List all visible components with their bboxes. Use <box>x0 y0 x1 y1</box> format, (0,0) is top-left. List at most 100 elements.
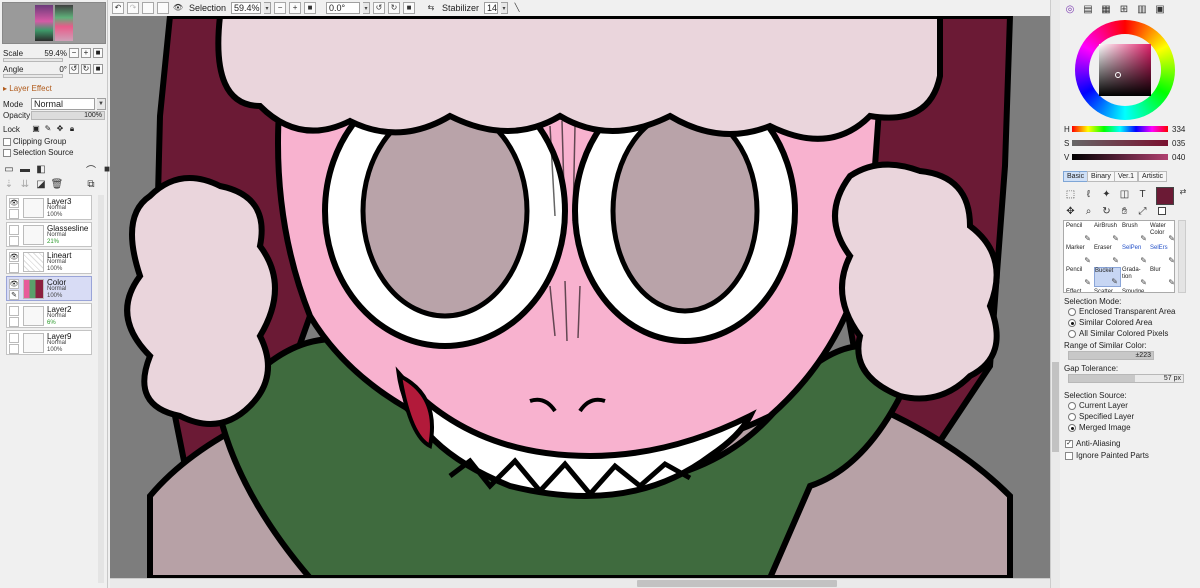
chevron-down-icon[interactable]: ▾ <box>501 2 509 14</box>
drawing-canvas[interactable] <box>110 16 1050 578</box>
ignore-painted-checkbox[interactable] <box>1065 451 1073 460</box>
layer-item[interactable]: 👁︎ Lineart Normal 100% <box>6 249 92 274</box>
stabilizer-field[interactable]: 14 <box>484 2 499 14</box>
rectangle-select-icon[interactable]: ⬚ <box>1063 187 1078 202</box>
value-slider[interactable] <box>1072 154 1168 160</box>
range-slider[interactable]: ±223 <box>1068 351 1154 360</box>
antialias-option[interactable]: ✓ Anti-Aliasing <box>1065 439 1120 448</box>
hue-slider[interactable] <box>1072 126 1168 132</box>
eye-hidden-icon[interactable] <box>9 306 19 316</box>
source-current-radio[interactable]: Current Layer <box>1068 401 1128 410</box>
merge-down-icon[interactable]: ⇊ <box>19 178 31 190</box>
lock-all-icon[interactable]: 🔒︎ <box>67 124 77 134</box>
new-folder-icon[interactable]: ▬ <box>19 163 31 175</box>
zoom-in-button[interactable]: + <box>289 2 302 14</box>
trash-icon[interactable]: 🗑︎ <box>51 178 64 190</box>
zoom-icon[interactable]: ⌕ <box>1081 204 1096 219</box>
mode-enclosed-radio[interactable]: Enclosed Transparent Area <box>1068 307 1176 316</box>
clipping-row[interactable]: Clipping Group <box>3 137 66 146</box>
layer-edit-toggle[interactable] <box>9 317 19 327</box>
zoom-out-button[interactable]: − <box>274 2 287 14</box>
brush-slot[interactable]: Eraser ✎ <box>1094 245 1121 265</box>
brush-slot[interactable]: Blur ✎ <box>1150 267 1174 287</box>
radio-button-selected[interactable] <box>1068 318 1076 327</box>
hue-ring[interactable] <box>1075 20 1175 120</box>
brush-slot[interactable]: SelErs ✎ <box>1150 245 1174 265</box>
brush-slot[interactable]: Pencil ✎ <box>1066 267 1093 287</box>
brush-slot[interactable]: Bucket ✎ <box>1094 267 1121 287</box>
brush-slot[interactable]: Water Color ✎ <box>1150 223 1174 243</box>
eye-icon[interactable]: 👁︎ <box>9 198 19 208</box>
undo-icon[interactable]: ↶ <box>112 2 124 14</box>
brush-list-scrollbar[interactable] <box>1178 220 1186 293</box>
secondary-color-swatch[interactable] <box>1158 207 1166 215</box>
swatches-icon[interactable]: ⊞ <box>1118 3 1130 15</box>
hand-icon[interactable]: ✋︎ <box>1117 204 1132 219</box>
rgb-slider-icon[interactable]: ▤ <box>1082 3 1094 15</box>
zoom-fit-button[interactable]: ■ <box>304 2 317 14</box>
blend-mode-select[interactable]: Normal <box>31 98 95 110</box>
scale-slider[interactable] <box>3 58 63 62</box>
scratchpad-icon[interactable]: ▥ <box>1136 3 1148 15</box>
source-specified-radio[interactable]: Specified Layer <box>1068 412 1134 421</box>
zoom-reset-button[interactable]: ■ <box>93 48 103 58</box>
flip-horizontal-icon[interactable]: ⇆ <box>425 2 437 14</box>
opacity-slider[interactable]: 100% <box>31 111 105 120</box>
checkmark-icon[interactable]: ✓ <box>1065 439 1073 448</box>
eye-icon[interactable]: 👁︎ <box>9 279 19 289</box>
new-mask-icon[interactable]: ◧ <box>35 163 47 175</box>
zoom-field[interactable]: 59.4% <box>231 2 262 14</box>
lock-paint-icon[interactable]: ✎ <box>43 124 53 134</box>
invert-selection-icon[interactable] <box>157 2 169 14</box>
layer-edit-toggle[interactable] <box>9 263 19 273</box>
layer-item[interactable]: Layer9 Normal 100% <box>6 330 92 355</box>
brush-slot[interactable]: Grada-tion ✎ <box>1122 267 1149 287</box>
vertical-scrollbar[interactable] <box>1050 0 1060 588</box>
radio-button-selected[interactable] <box>1068 423 1076 432</box>
rotate-right-icon[interactable]: ↻ <box>388 2 401 14</box>
scroll-thumb[interactable] <box>637 580 837 587</box>
layer-item[interactable]: Layer2 Normal 6% <box>6 303 92 328</box>
clear-layer-icon[interactable]: ◪ <box>35 178 47 190</box>
layer-edit-toggle[interactable] <box>9 209 19 219</box>
lock-transparency-icon[interactable]: ▣ <box>31 124 41 134</box>
layer-select-icon[interactable]: ◫ <box>1117 187 1132 202</box>
eye-hidden-icon[interactable] <box>9 225 19 235</box>
brush-slot[interactable]: AirBrush ✎ <box>1094 223 1121 243</box>
tab-ver1[interactable]: Ver.1 <box>1114 171 1138 182</box>
ignore-painted-option[interactable]: Ignore Painted Parts <box>1065 451 1149 460</box>
tab-binary[interactable]: Binary <box>1087 171 1115 182</box>
rotate-icon[interactable]: ↻ <box>1099 204 1114 219</box>
rotate-left-button[interactable]: ↺ <box>69 64 79 74</box>
pencil-icon[interactable]: ✎ <box>9 290 19 300</box>
mode-all-similar-radio[interactable]: All Similar Colored Pixels <box>1068 329 1168 338</box>
magic-wand-icon[interactable]: ✦ <box>1099 187 1114 202</box>
tab-artistic[interactable]: Artistic <box>1138 171 1167 182</box>
color-picker-cursor[interactable] <box>1115 72 1121 78</box>
rotate-reset-button[interactable]: ■ <box>403 2 416 14</box>
gap-slider[interactable]: 57 px <box>1068 374 1184 383</box>
layer-edit-toggle[interactable] <box>9 236 19 246</box>
sv-square[interactable] <box>1099 44 1151 96</box>
merge-visible-icon[interactable]: ⧉ <box>85 178 97 190</box>
eyedropper-icon[interactable]: ⤢ <box>1135 204 1150 219</box>
layer-item-selected[interactable]: 👁︎ ✎ Color Normal 100% <box>6 276 92 301</box>
layer-effect-toggle[interactable]: ▸ Layer Effect <box>3 84 52 93</box>
radio-button[interactable] <box>1068 401 1076 410</box>
rotate-left-icon[interactable]: ↺ <box>373 2 386 14</box>
brush-slot[interactable]: Brush ✎ <box>1122 223 1149 243</box>
linework-layer-icon[interactable]: ⌒ <box>85 163 97 177</box>
horizontal-scrollbar[interactable] <box>110 578 1050 588</box>
chevron-down-icon[interactable]: ▾ <box>363 2 371 14</box>
brush-slot[interactable]: SelPen ✎ <box>1122 245 1149 265</box>
rotation-field[interactable]: 0.0° <box>326 2 361 14</box>
straight-line-icon[interactable]: ╲ <box>511 2 523 14</box>
radio-button[interactable] <box>1068 412 1076 421</box>
radio-button[interactable] <box>1068 307 1076 316</box>
scroll-thumb[interactable] <box>1052 362 1059 452</box>
user-palette-icon[interactable]: ▣ <box>1154 3 1166 15</box>
eye-hidden-icon[interactable] <box>9 333 19 343</box>
tab-basic[interactable]: Basic <box>1063 171 1089 182</box>
eye-icon[interactable]: 👁︎ <box>172 2 184 14</box>
radio-button[interactable] <box>1068 329 1076 338</box>
